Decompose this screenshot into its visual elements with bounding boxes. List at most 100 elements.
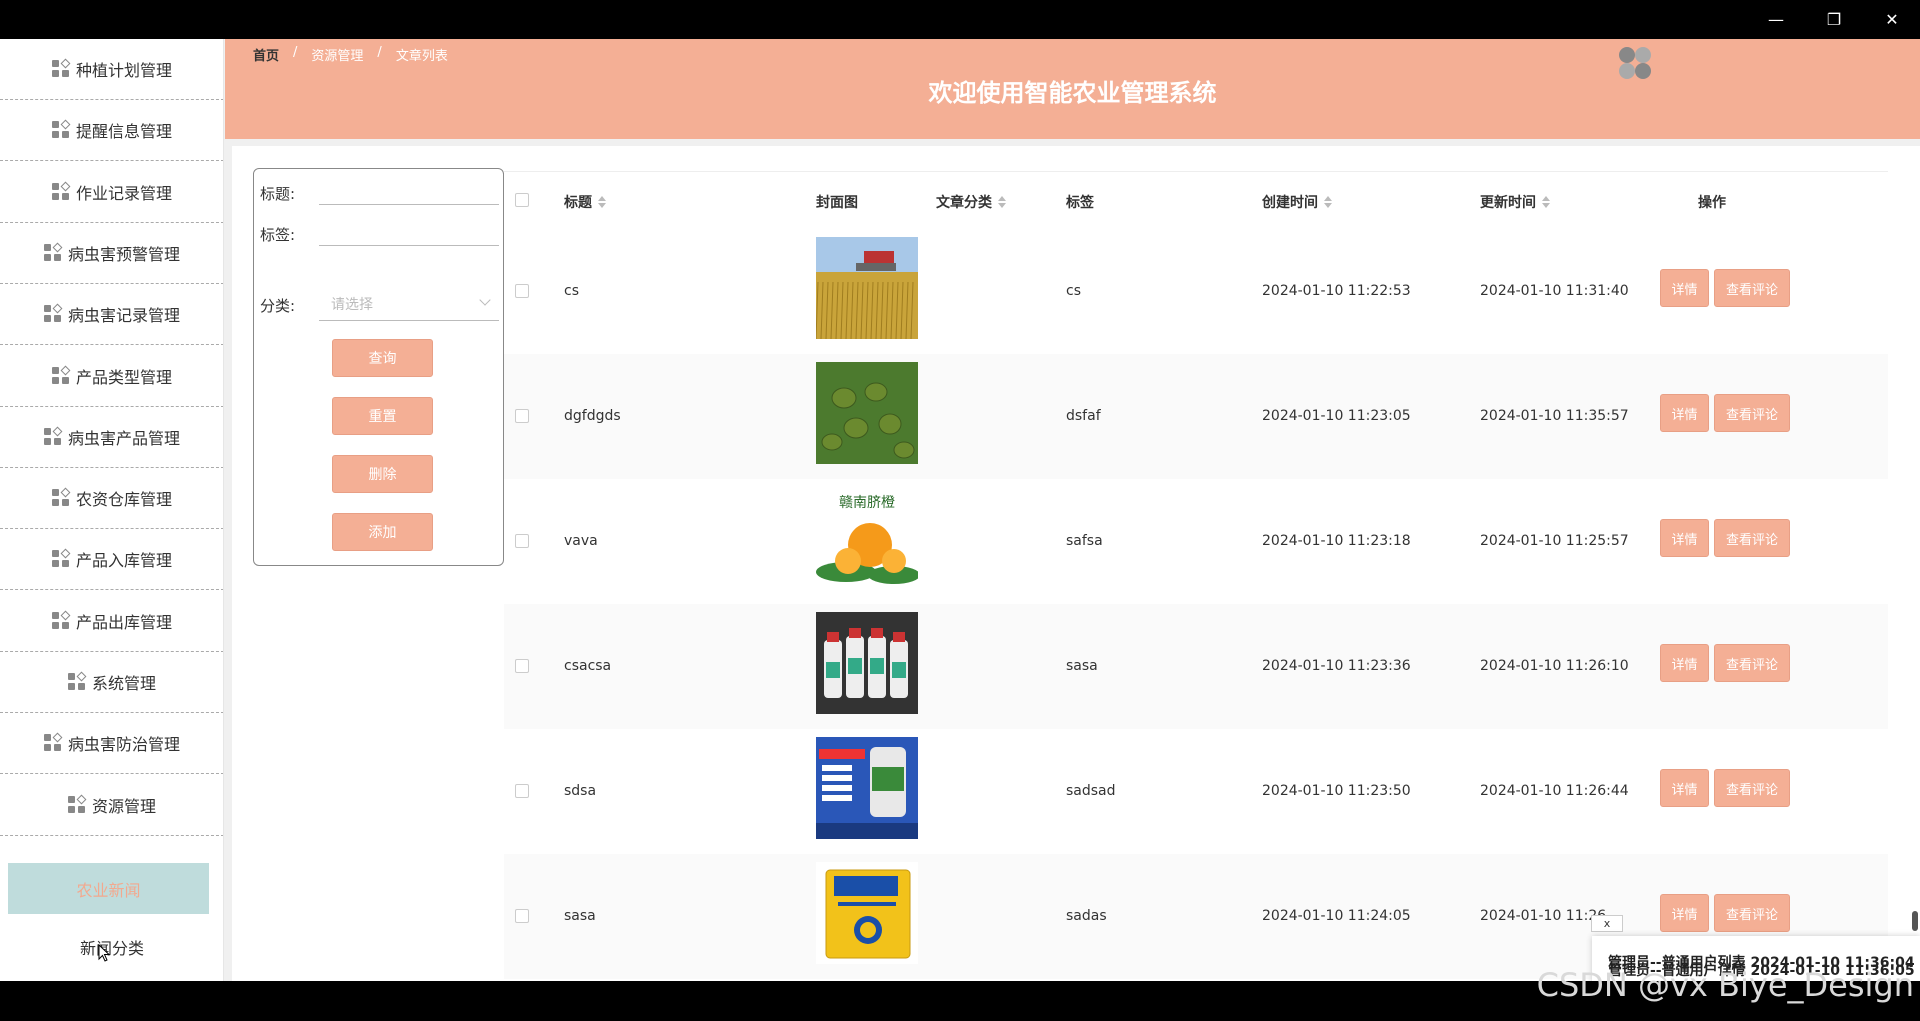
menu-grid-icon	[67, 794, 87, 814]
add-button[interactable]: 添加	[332, 513, 433, 551]
chevron-down-icon	[479, 294, 491, 306]
breadcrumb-resource[interactable]: 资源管理	[311, 45, 363, 64]
sidebar-item-label: 产品出库管理	[75, 612, 172, 632]
scrollbar[interactable]	[1912, 911, 1918, 931]
table-row[interactable]: cs cs 2024-01-10 11:22:53 2024-01-10 11:31:…	[504, 229, 1888, 354]
table-row[interactable]: sdsa sadsad 2024-01-10 11:23:50 2024-01-10 …	[504, 729, 1888, 854]
page-header: 首页 / 资源管理 / 文章列表 欢迎使用智能农业管理系统	[225, 39, 1920, 139]
menu-grid-icon	[43, 426, 63, 446]
view-comments-button[interactable]: 查看评论	[1714, 644, 1790, 682]
menu-grid-icon	[51, 548, 71, 568]
view-comments-button[interactable]: 查看评论	[1714, 519, 1790, 557]
menu-grid-icon	[67, 671, 87, 691]
window-titlebar: — ❐ ✕	[0, 0, 1920, 39]
menu-grid-icon	[51, 119, 71, 139]
row-checkbox[interactable]	[515, 659, 529, 673]
cell-created: 2024-01-10 11:23:50	[1262, 783, 1411, 799]
tag-input[interactable]	[319, 220, 499, 246]
delete-button[interactable]: 删除	[332, 455, 433, 493]
sidebar-item-label: 病虫害防治管理	[67, 735, 180, 755]
detail-button[interactable]: 详情	[1660, 894, 1709, 932]
title-label: 标题:	[260, 185, 296, 203]
menu-grid-icon	[51, 487, 71, 507]
view-comments-button[interactable]: 查看评论	[1714, 769, 1790, 807]
cover-image	[816, 362, 918, 464]
sidebar-item[interactable]: 产品类型管理	[0, 346, 223, 407]
restore-button[interactable]: ❐	[1806, 0, 1862, 39]
minimize-button[interactable]: —	[1748, 0, 1804, 39]
sidebar-item[interactable]: 病虫害预警管理	[0, 223, 223, 284]
sort-icon[interactable]	[1542, 196, 1550, 208]
search-panel: 标题: 标签: 分类: 请选择 查询 重置 删除 添加	[253, 168, 504, 566]
detail-button[interactable]: 详情	[1660, 519, 1709, 557]
sidebar-item[interactable]: 产品入库管理	[0, 529, 223, 591]
cell-tag: dsfaf	[1066, 408, 1101, 424]
svg-text:赣南脐橙: 赣南脐橙	[839, 495, 895, 511]
header-updated[interactable]: 更新时间	[1480, 192, 1550, 212]
breadcrumb-home[interactable]: 首页	[253, 45, 279, 64]
article-table: 标题 封面图 文章分类 标签 创建时间 更新时间 操作 cs cs 2024-01-…	[504, 146, 1888, 981]
sidebar-item[interactable]: 产品出库管理	[0, 591, 223, 652]
cover-image	[816, 862, 918, 964]
detail-button[interactable]: 详情	[1660, 769, 1709, 807]
header-title[interactable]: 标题	[564, 192, 606, 212]
cell-created: 2024-01-10 11:24:05	[1262, 908, 1411, 924]
watermark: CSDN @vx Biye_Design	[1536, 966, 1914, 1004]
cover-image	[816, 237, 918, 339]
sort-icon[interactable]	[1324, 196, 1332, 208]
sort-icon[interactable]	[998, 196, 1006, 208]
notification-close-button[interactable]: x	[1591, 915, 1623, 932]
cell-updated: 2024-01-10 11:31:40	[1480, 283, 1629, 299]
sidebar-item[interactable]: 病虫害防治管理	[0, 713, 223, 775]
close-window-button[interactable]: ✕	[1864, 0, 1920, 39]
reset-button[interactable]: 重置	[332, 397, 433, 435]
detail-button[interactable]: 详情	[1660, 394, 1709, 432]
sidebar-item-label: 病虫害记录管理	[67, 306, 180, 326]
query-button[interactable]: 查询	[332, 339, 433, 377]
table-row[interactable]: csacsa sasa 2024-01-10 11:23:36 2024-01-10 …	[504, 604, 1888, 729]
view-comments-button[interactable]: 查看评论	[1714, 269, 1790, 307]
sidebar-item[interactable]: 农资仓库管理	[0, 468, 223, 530]
sidebar-item[interactable]: 病虫害记录管理	[0, 284, 223, 346]
sidebar-item-label: 病虫害预警管理	[67, 244, 180, 264]
header-actions: 操作	[1698, 195, 1726, 211]
row-checkbox[interactable]	[515, 784, 529, 798]
sidebar-item[interactable]: 资源管理	[0, 775, 223, 836]
sidebar-item[interactable]: 种植计划管理	[0, 39, 223, 100]
sidebar-item[interactable]: 病虫害产品管理	[0, 407, 223, 468]
table-row[interactable]: vava 赣南脐橙 safsa 2024-01-10 11:23:18 2024-01-…	[504, 479, 1888, 604]
header-created[interactable]: 创建时间	[1262, 192, 1332, 212]
category-select[interactable]: 请选择	[319, 287, 499, 321]
cell-tag: cs	[1066, 283, 1081, 299]
sidebar-subitem-agri-news[interactable]: 农业新闻	[8, 863, 209, 914]
title-input[interactable]	[319, 179, 499, 205]
cell-title: sasa	[564, 908, 596, 924]
sidebar-item[interactable]: 系统管理	[0, 652, 223, 713]
header-category[interactable]: 文章分类	[936, 192, 1006, 212]
cell-tag: sadas	[1066, 908, 1107, 924]
main-content: 标题: 标签: 分类: 请选择 查询 重置 删除 添加 标题 封面图 文章分类 …	[232, 146, 1920, 981]
table-row[interactable]: dgfdgds dsfaf 2024-01-10 11:23:05 2024-01-1…	[504, 354, 1888, 479]
row-checkbox[interactable]	[515, 409, 529, 423]
select-all-checkbox[interactable]	[515, 193, 529, 207]
view-comments-button[interactable]: 查看评论	[1714, 894, 1790, 932]
sidebar-item[interactable]: 提醒信息管理	[0, 100, 223, 162]
cell-title: vava	[564, 533, 598, 549]
sidebar-item[interactable]: 作业记录管理	[0, 162, 223, 223]
detail-button[interactable]: 详情	[1660, 644, 1709, 682]
detail-button[interactable]: 详情	[1660, 269, 1709, 307]
sidebar-subitem-news-category[interactable]: 新闻分类	[0, 925, 223, 969]
menu-grid-icon	[43, 732, 63, 752]
view-comments-button[interactable]: 查看评论	[1714, 394, 1790, 432]
sort-icon[interactable]	[598, 196, 606, 208]
row-checkbox[interactable]	[515, 284, 529, 298]
row-checkbox[interactable]	[515, 909, 529, 923]
cell-created: 2024-01-10 11:23:36	[1262, 658, 1411, 674]
cell-title: dgfdgds	[564, 408, 621, 424]
app-root: 资源管理 病虫害防治管理 系统管理 产品出库管理 产品入库管理 农资仓库管理 病虫害产品管理…	[0, 39, 1920, 981]
sidebar-item-label: 提醒信息管理	[75, 122, 172, 142]
menu-grid-icon	[51, 610, 71, 630]
row-checkbox[interactable]	[515, 534, 529, 548]
cell-tag: sasa	[1066, 658, 1098, 674]
cell-tag: safsa	[1066, 533, 1103, 549]
